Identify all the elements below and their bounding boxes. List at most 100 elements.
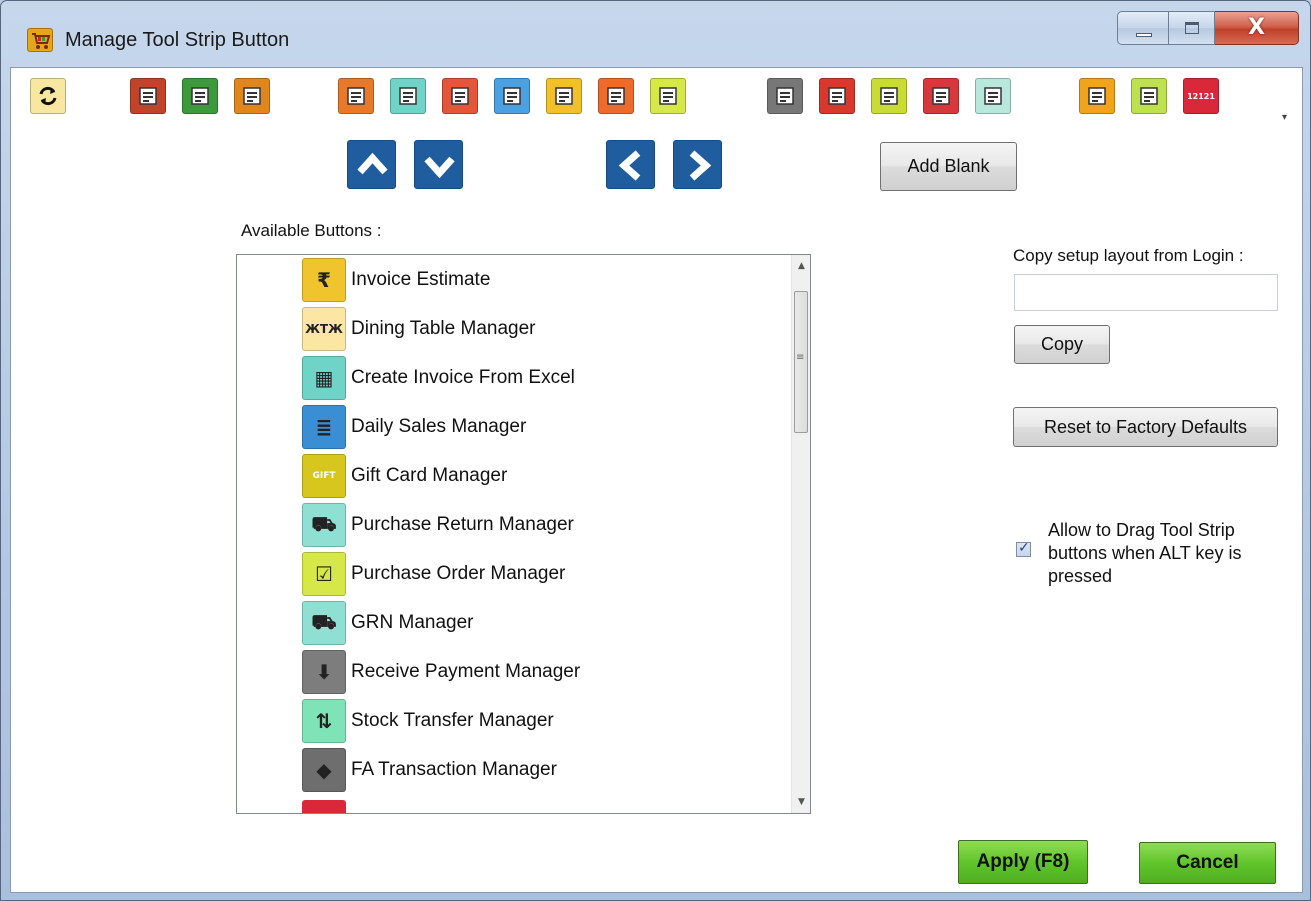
minimize-icon [1136, 33, 1152, 37]
maximize-button[interactable] [1169, 11, 1215, 45]
stock-transfer-icon [495, 79, 529, 113]
invoice-estimate-glyph: ₹ [317, 268, 331, 292]
user-icon [1132, 79, 1166, 113]
toolstrip-button-calculator[interactable] [871, 78, 907, 114]
toolstrip-button-report-icon-3[interactable] [234, 78, 270, 114]
available-buttons-list[interactable]: ₹ Invoice Estimate ЖTЖ Dining Table Manager… [236, 254, 811, 814]
toolstrip-button-checklist[interactable] [650, 78, 686, 114]
caption-buttons: X [1117, 11, 1299, 45]
toolstrip-button-coin[interactable] [767, 78, 803, 114]
list-item[interactable]: GIFT Gift Card Manager [302, 454, 782, 498]
close-icon: X [1248, 15, 1265, 40]
toolstrip-button-invoice-edit[interactable] [338, 78, 374, 114]
list-item-label: Purchase Return Manager [351, 514, 574, 535]
coin-icon [768, 79, 802, 113]
list-item[interactable]: ₹ Invoice Estimate [302, 258, 782, 302]
list-item-label: Create Invoice From Excel [351, 367, 575, 388]
invoice-edit-icon [339, 79, 373, 113]
purchase-order-icon: ☑ [302, 552, 346, 596]
toolstrip-button-home[interactable] [598, 78, 634, 114]
move-left-button[interactable] [606, 140, 655, 189]
reset-defaults-button[interactable]: Reset to Factory Defaults [1013, 407, 1278, 447]
number-counter-icon: 12121 [1187, 91, 1215, 101]
fa-transaction-icon: ◆ [302, 748, 346, 792]
report-icon-2 [183, 79, 217, 113]
close-button[interactable]: X [1215, 11, 1299, 45]
toolstrip-button-user[interactable] [1131, 78, 1167, 114]
purchase-order-glyph: ☑ [315, 562, 333, 586]
list-item[interactable]: ≣ Daily Sales Manager [302, 405, 782, 449]
dining-table-icon: ЖTЖ [302, 307, 346, 351]
toolstrip-button-calculator-2[interactable] [975, 78, 1011, 114]
list-item[interactable]: ◆ FA Transaction Manager [302, 748, 782, 792]
stock-transfer-glyph: ⇅ [315, 709, 333, 733]
maximize-icon [1185, 22, 1199, 34]
copy-button[interactable]: Copy [1014, 325, 1110, 364]
refresh-icon [31, 79, 65, 113]
move-right-button[interactable] [673, 140, 722, 189]
purchase-return-icon: ⛟ [302, 503, 346, 547]
minimize-button[interactable] [1117, 11, 1169, 45]
scroll-thumb[interactable]: ≡ [794, 291, 808, 433]
list-item[interactable]: ⛟ Purchase Return Manager [302, 503, 782, 547]
checklist-icon [651, 79, 685, 113]
scroll-down-arrow-icon[interactable]: ▼ [792, 793, 810, 811]
grn-truck-glyph: ⛟ [311, 609, 337, 634]
receive-payment-icon [443, 79, 477, 113]
tool-strip: 12121 ▾ [11, 68, 1302, 130]
dining-table-glyph: ЖTЖ [305, 322, 343, 336]
dialog-body: 12121 ▾ Add Blank Available Buttons : ₹ I… [10, 67, 1303, 893]
fa-transaction-glyph: ◆ [316, 758, 332, 782]
report-icon-3 [235, 79, 269, 113]
toolstrip-button-cancel[interactable] [819, 78, 855, 114]
move-up-button[interactable] [347, 140, 396, 189]
toolstrip-button-cart[interactable] [390, 78, 426, 114]
scroll-up-arrow-icon[interactable]: ▲ [792, 257, 810, 275]
apply-button[interactable]: Apply (F8) [958, 840, 1088, 884]
list-item-label: GRN Manager [351, 612, 474, 633]
cancel-button[interactable]: Cancel [1139, 842, 1276, 884]
invoice-estimate-icon: ₹ [302, 258, 346, 302]
list-item[interactable]: ⇅ Stock Transfer Manager [302, 699, 782, 743]
checkmark-icon: ✓ [1018, 540, 1030, 556]
report-icon-1 [131, 79, 165, 113]
list-item-label: Dining Table Manager [351, 318, 536, 339]
list-item[interactable]: ЖTЖ Dining Table Manager [302, 307, 782, 351]
daily-sales-icon: ≣ [302, 405, 346, 449]
window-title: Manage Tool Strip Button [65, 29, 290, 51]
tax-icon [924, 79, 958, 113]
list-item[interactable]: ▦ Create Invoice From Excel [302, 356, 782, 400]
move-down-button[interactable] [414, 140, 463, 189]
list-item-label: Daily Sales Manager [351, 416, 527, 437]
list-item-label: Purchase Order Manager [351, 563, 566, 584]
drag-option-checkbox[interactable]: ✓ [1016, 540, 1031, 557]
toolstrip-button-refresh[interactable] [30, 78, 66, 114]
grn-truck-icon: ⛟ [302, 601, 346, 645]
purchase-return-glyph: ⛟ [311, 511, 337, 536]
receive-payment-icon: ⬇ [302, 650, 346, 694]
toolstrip-button-tax[interactable] [923, 78, 959, 114]
list-item-label: Receive Payment Manager [351, 661, 581, 682]
toolstrip-button-report-icon-2[interactable] [182, 78, 218, 114]
receive-payment-glyph: ⬇ [315, 660, 333, 684]
list-item-partial [302, 800, 346, 813]
list-item-label: Invoice Estimate [351, 269, 491, 290]
toolstrip-button-apps-grid[interactable] [1079, 78, 1115, 114]
toolstrip-button-stock-transfer[interactable] [494, 78, 530, 114]
list-scrollbar[interactable]: ▲ ≡ ▼ [791, 255, 810, 813]
title-bar: Manage Tool Strip Button X [1, 1, 1310, 67]
arrow-down-icon [424, 156, 455, 179]
toolstrip-button-report-icon-1[interactable] [130, 78, 166, 114]
login-input[interactable] [1014, 274, 1278, 311]
list-item[interactable]: ⬇ Receive Payment Manager [302, 650, 782, 694]
add-blank-button[interactable]: Add Blank [880, 142, 1017, 191]
list-item-label: FA Transaction Manager [351, 759, 557, 780]
overflow-chevron-icon[interactable]: ▾ [1282, 112, 1290, 124]
excel-invoice-icon: ▦ [302, 356, 346, 400]
toolstrip-button-receive-payment[interactable] [442, 78, 478, 114]
list-item[interactable]: ⛟ GRN Manager [302, 601, 782, 645]
toolstrip-button-number-counter[interactable]: 12121 [1183, 78, 1219, 114]
list-item-label: Stock Transfer Manager [351, 710, 554, 731]
list-item[interactable]: ☑ Purchase Order Manager [302, 552, 782, 596]
toolstrip-button-notes[interactable] [546, 78, 582, 114]
